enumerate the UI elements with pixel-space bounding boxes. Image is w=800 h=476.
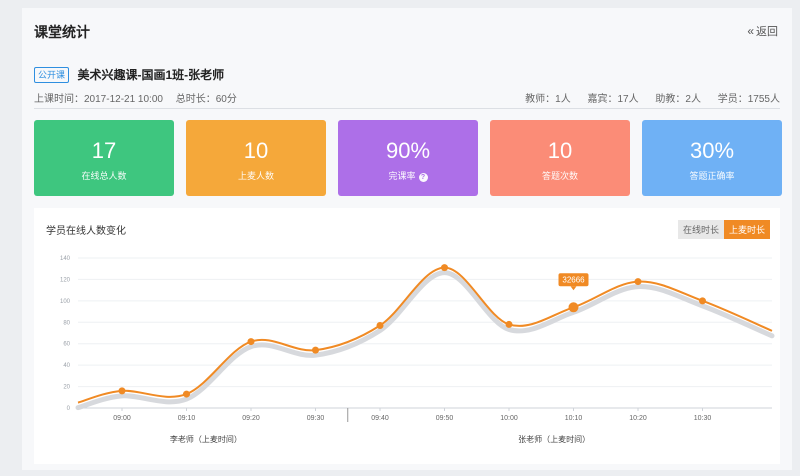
stat-card-completion-rate: 90% 完课率?	[338, 120, 478, 196]
back-label: 返回	[756, 26, 778, 38]
assistant-count: 助教：2人	[655, 94, 701, 105]
stat-label: 答题正确率	[689, 171, 735, 181]
stat-card-mic-users: 10 上麦人数	[186, 120, 326, 196]
stat-value: 90%	[385, 138, 431, 163]
y-tick-label: 40	[63, 363, 70, 369]
y-tick-label: 120	[60, 277, 71, 283]
data-point	[441, 264, 448, 272]
guest-count: 嘉宾：17人	[587, 94, 639, 105]
series-shadow	[75, 270, 775, 411]
y-tick-label: 20	[63, 385, 70, 391]
course-info: 公开课 美术兴趣课-国画1班-张老师 上课时间：2017-12-21 10:00…	[34, 66, 780, 105]
x-tick-label: 09:50	[436, 415, 454, 422]
duration-toggle: 在线时长 上麦时长	[677, 220, 770, 239]
class-time: 上课时间：2017-12-21 10:00	[34, 94, 163, 105]
toggle-mic-duration[interactable]: 上麦时长	[723, 220, 770, 239]
x-tick-label: 10:20	[629, 415, 647, 422]
stat-label: 上麦人数	[237, 171, 274, 181]
stat-label: 在线总人数	[81, 171, 127, 181]
teacher-count: 教师：1人	[525, 94, 571, 105]
top-bar: 课堂统计 «返回	[22, 8, 792, 52]
stat-value: 30%	[689, 138, 735, 163]
group-label-li: 李老师（上麦时间）	[170, 434, 242, 444]
stat-value: 10	[243, 138, 269, 163]
divider	[34, 108, 780, 109]
total-duration: 总时长：60分	[175, 94, 237, 105]
data-point	[634, 278, 642, 286]
double-chevron-left-icon: «	[747, 24, 754, 38]
tooltip-value: 32666	[562, 275, 585, 284]
data-point	[699, 297, 706, 305]
course-type-badge: 公开课	[34, 66, 70, 83]
stat-label-text: 完课率	[388, 171, 416, 181]
online-trend-panel: 0 20 40 60 80 100 120 140 32666 09:00 09:10 09:20 09…	[34, 208, 780, 464]
class-stats-page: 课堂统计 «返回 公开课 美术兴趣课-国画1班-张老师 上课时间：2017-12…	[22, 8, 792, 470]
series-line	[77, 266, 773, 404]
data-point	[376, 322, 384, 329]
data-point	[247, 338, 255, 346]
y-tick-label: 140	[60, 256, 71, 262]
page-title: 课堂统计	[34, 24, 90, 40]
y-tick-label: 60	[63, 342, 70, 348]
stat-label: 完课率?	[338, 169, 478, 182]
course-meta-row: 上课时间：2017-12-21 10:00 总时长：60分 教师：1人 嘉宾：1…	[34, 90, 780, 105]
data-point	[183, 390, 190, 398]
tooltip-arrow	[570, 286, 577, 291]
stat-card-online-total: 17 在线总人数	[34, 120, 174, 196]
toggle-online-duration[interactable]: 在线时长	[677, 220, 724, 239]
x-tick-label: 10:00	[500, 415, 518, 422]
y-tick-label: 80	[63, 320, 70, 326]
chart-title: 学员在线人数变化	[46, 226, 126, 237]
stat-value: 10	[547, 138, 573, 163]
data-point	[505, 320, 513, 328]
x-tick-label: 09:10	[178, 415, 196, 422]
x-tick-label: 10:10	[565, 415, 583, 422]
data-point	[568, 302, 579, 313]
course-name: 美术兴趣课-国画1班-张老师	[77, 68, 225, 83]
x-tick-label: 10:30	[694, 415, 712, 422]
y-tick-label: 100	[60, 299, 71, 305]
stat-cards: 17 在线总人数 10 上麦人数 90% 完课率? 10 答题次数 30% 答题…	[34, 120, 782, 196]
stat-label: 答题次数	[541, 171, 578, 181]
data-point	[312, 346, 319, 354]
x-tick-label: 09:20	[242, 415, 260, 422]
x-tick-label: 09:40	[371, 415, 389, 422]
online-trend-chart: 0 20 40 60 80 100 120 140 32666 09:00 09:10 09:20 09…	[60, 256, 775, 444]
x-tick-label: 09:30	[307, 415, 325, 422]
back-button[interactable]: «返回	[747, 23, 778, 39]
group-label-zhang: 张老师（上麦时间）	[518, 434, 590, 444]
data-point	[118, 387, 126, 395]
stat-value: 17	[91, 138, 117, 163]
stat-card-accuracy-rate: 30% 答题正确率	[642, 120, 782, 196]
x-tick-label: 09:00	[113, 415, 131, 422]
stat-card-answer-count: 10 答题次数	[490, 120, 630, 196]
student-count: 学员：1755人	[717, 94, 780, 105]
y-tick-label: 0	[67, 406, 71, 412]
help-icon[interactable]: ?	[418, 173, 428, 182]
